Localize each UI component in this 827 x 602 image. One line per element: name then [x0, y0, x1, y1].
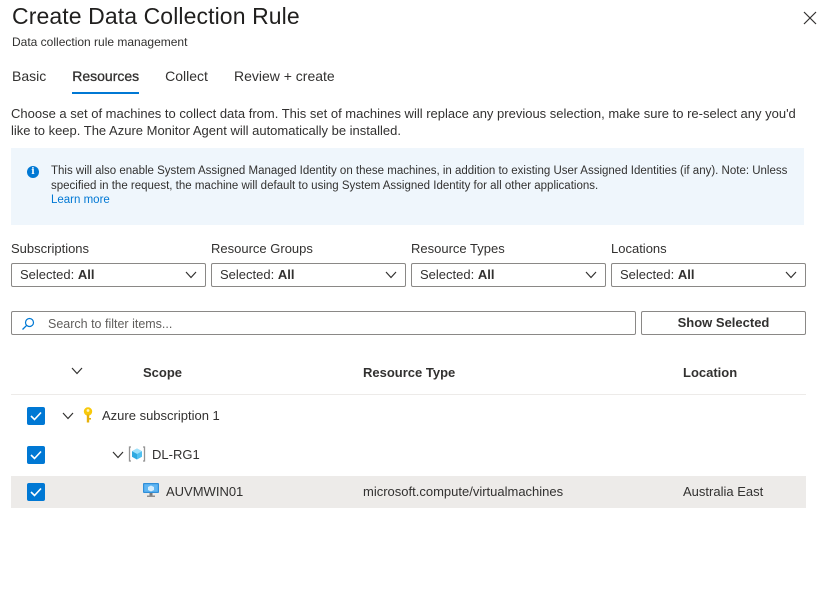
page-subtitle: Data collection rule management [12, 35, 188, 49]
search-placeholder: Search to filter items... [48, 317, 173, 331]
close-icon [803, 11, 817, 25]
locations-dropdown[interactable]: Selected: All [611, 263, 806, 287]
filter-resource-groups: Resource Groups Selected: All [211, 241, 406, 287]
tab-review-create[interactable]: Review + create [234, 66, 335, 94]
scope-cell: Azure subscription 1 [102, 408, 220, 423]
filter-prefix: Selected: [420, 267, 478, 282]
location-cell: Australia East [683, 484, 764, 499]
description-text: Choose a set of machines to collect data… [11, 106, 796, 138]
filter-value: All [277, 267, 295, 282]
show-selected-button[interactable]: Show Selected [641, 311, 806, 335]
table-row[interactable]: DL-RG1 [11, 439, 806, 471]
filter-prefix: Selected: [20, 267, 78, 282]
filter-subscriptions: Subscriptions Selected: All [11, 241, 206, 287]
tab-resources[interactable]: Resources [72, 66, 139, 94]
filter-label: Resource Types [411, 241, 505, 256]
tab-bar: Basic Resources Collect Review + create [12, 66, 361, 96]
column-header-scope[interactable]: Scope [143, 365, 182, 380]
filter-value: All [77, 267, 95, 282]
scope-cell: AUVMWIN01 [166, 484, 244, 499]
page-title: Create Data Collection Rule [12, 3, 300, 29]
column-header-location[interactable]: Location [683, 365, 737, 380]
filter-value: All [477, 267, 495, 282]
search-input[interactable]: Search to filter items... [11, 311, 636, 335]
search-icon [22, 317, 35, 330]
filter-label: Locations [611, 241, 667, 256]
info-text: This will also enable System Assigned Ma… [51, 165, 788, 192]
chevron-down-icon[interactable] [62, 412, 74, 420]
grid-header: Scope Resource Type Location [11, 358, 806, 395]
filter-label: Subscriptions [11, 241, 90, 256]
resource-groups-dropdown[interactable]: Selected: All [211, 263, 406, 287]
filter-locations: Locations Selected: All [611, 241, 806, 287]
chevron-down-icon[interactable] [112, 451, 124, 459]
virtual-machine-icon [143, 483, 159, 497]
chevron-down-icon [185, 271, 197, 279]
table-row[interactable]: Azure subscription 1 [11, 400, 806, 432]
close-button[interactable] [801, 9, 819, 27]
checkmark-icon [30, 487, 42, 497]
table-row[interactable]: AUVMWIN01 microsoft.compute/virtualmachi… [11, 476, 806, 508]
filter-prefix: Selected: [620, 267, 678, 282]
column-header-resource-type[interactable]: Resource Type [363, 365, 455, 380]
checkmark-icon [30, 411, 42, 421]
row-checkbox[interactable] [27, 446, 45, 464]
chevron-down-icon [585, 271, 597, 279]
resource-types-dropdown[interactable]: Selected: All [411, 263, 606, 287]
checkmark-icon [30, 450, 42, 460]
chevron-down-icon [785, 271, 797, 279]
tab-collect[interactable]: Collect [165, 66, 208, 94]
resource-group-icon [128, 446, 146, 462]
filter-label: Resource Groups [211, 241, 313, 256]
chevron-down-icon [385, 271, 397, 279]
resource-type-cell: microsoft.compute/virtualmachines [363, 484, 564, 499]
tab-basic[interactable]: Basic [12, 66, 46, 94]
key-icon [83, 407, 93, 423]
learn-more-link[interactable]: Learn more [51, 194, 110, 206]
row-checkbox[interactable] [27, 407, 45, 425]
info-icon: i [27, 166, 39, 178]
row-checkbox[interactable] [27, 483, 45, 501]
scope-cell: DL-RG1 [152, 447, 200, 462]
filter-prefix: Selected: [220, 267, 278, 282]
filter-resource-types: Resource Types Selected: All [411, 241, 606, 287]
subscriptions-dropdown[interactable]: Selected: All [11, 263, 206, 287]
info-banner: i This will also enable System Assigned … [11, 148, 804, 225]
filter-value: All [677, 267, 695, 282]
chevron-down-icon[interactable] [71, 367, 83, 375]
